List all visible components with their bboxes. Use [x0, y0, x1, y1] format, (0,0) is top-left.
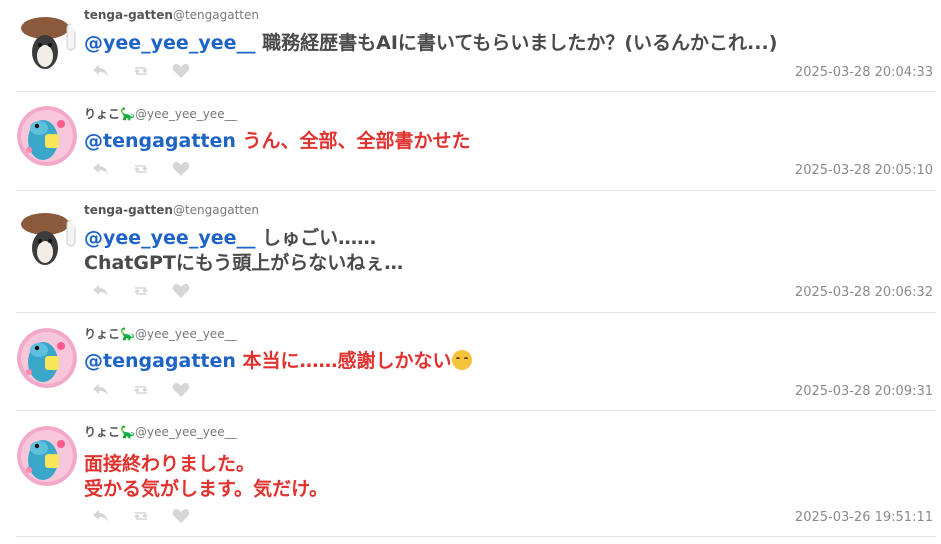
reply-icon[interactable]: [92, 283, 112, 299]
like-icon[interactable]: [172, 161, 192, 177]
post-text: しゅごい……: [262, 227, 377, 249]
post-body: @tengagatten 本当に……感謝しかない: [84, 349, 472, 374]
post-feed: tenga-gatten@tengagatten @yee_yee_yee__ …: [0, 0, 941, 544]
repost-icon[interactable]: [132, 63, 152, 79]
post-text: 職務経歴書もAIに書いてもらいましたか？(いるんかこれ...): [262, 32, 778, 54]
divider: [16, 190, 936, 191]
post: りょこ🦕@yee_yee_yee__ 面接終わりました。 受かる気がします。気だ…: [0, 416, 941, 536]
divider: [16, 536, 936, 537]
post-text: 面接終わりました。: [84, 453, 256, 475]
like-icon[interactable]: [172, 63, 192, 79]
author-handle[interactable]: @tengagatten: [173, 8, 259, 22]
smiling-face-with-tear-icon: [451, 350, 472, 370]
reply-icon[interactable]: [92, 161, 112, 177]
author-name[interactable]: tenga-gatten: [84, 203, 173, 217]
post-text: 本当に……感謝しかない: [242, 350, 452, 372]
author-name[interactable]: tenga-gatten: [84, 8, 173, 22]
mention-link[interactable]: @yee_yee_yee__: [84, 32, 255, 54]
author-handle[interactable]: @tengagatten: [173, 203, 259, 217]
post-body: 面接終わりました。 受かる気がします。気だけ。: [84, 452, 328, 502]
mention-link[interactable]: @yee_yee_yee__: [84, 227, 255, 249]
repost-icon[interactable]: [132, 161, 152, 177]
timestamp[interactable]: 2025-03-26 19:51:11: [795, 510, 933, 525]
reply-icon[interactable]: [92, 508, 112, 524]
author-handle[interactable]: @yee_yee_yee__: [135, 107, 237, 121]
sauropod-icon: 🦕: [120, 107, 135, 121]
sauropod-icon: 🦕: [120, 327, 135, 341]
like-icon[interactable]: [172, 283, 192, 299]
author-name[interactable]: りょこ: [84, 327, 120, 341]
post-header: tenga-gatten@tengagatten: [84, 8, 259, 22]
avatar[interactable]: [17, 106, 77, 166]
like-icon[interactable]: [172, 508, 192, 524]
avatar[interactable]: [17, 208, 77, 268]
repost-icon[interactable]: [132, 283, 152, 299]
post-header: りょこ🦕@yee_yee_yee__: [84, 423, 237, 440]
post-text: うん、全部、全部書かせた: [242, 130, 471, 152]
repost-icon[interactable]: [132, 382, 152, 398]
repost-icon[interactable]: [132, 508, 152, 524]
post-actions: [92, 161, 192, 177]
avatar[interactable]: [17, 12, 77, 72]
post-header: tenga-gatten@tengagatten: [84, 203, 259, 217]
post-text: 受かる気がします。気だけ。: [84, 478, 329, 500]
author-name[interactable]: りょこ: [84, 107, 120, 121]
author-handle[interactable]: @yee_yee_yee__: [135, 425, 237, 439]
reply-icon[interactable]: [92, 382, 112, 398]
post-header: りょこ🦕@yee_yee_yee__: [84, 325, 237, 342]
avatar[interactable]: [17, 426, 77, 486]
avatar[interactable]: [17, 328, 77, 388]
like-icon[interactable]: [172, 382, 192, 398]
mention-link[interactable]: @tengagatten: [84, 130, 236, 152]
post: tenga-gatten@tengagatten @yee_yee_yee__ …: [0, 0, 941, 90]
author-name[interactable]: りょこ: [84, 425, 120, 439]
post: tenga-gatten@tengagatten @yee_yee_yee__ …: [0, 196, 941, 311]
post-text: ChatGPTにもう頭上がらないねぇ…: [84, 252, 404, 274]
post: りょこ🦕@yee_yee_yee__ @tengagatten うん、全部、全部…: [0, 98, 941, 188]
post-body: @yee_yee_yee__ しゅごい…… ChatGPTにもう頭上がらないねぇ…: [84, 226, 403, 276]
sauropod-icon: 🦕: [120, 425, 135, 439]
post-actions: [92, 508, 192, 524]
author-handle[interactable]: @yee_yee_yee__: [135, 327, 237, 341]
post-actions: [92, 283, 192, 299]
reply-icon[interactable]: [92, 63, 112, 79]
divider: [16, 91, 936, 92]
timestamp[interactable]: 2025-03-28 20:06:32: [795, 285, 933, 300]
timestamp[interactable]: 2025-03-28 20:05:10: [795, 163, 933, 178]
divider: [16, 410, 936, 411]
post-header: りょこ🦕@yee_yee_yee__: [84, 105, 237, 122]
divider: [16, 312, 936, 313]
mention-link[interactable]: @tengagatten: [84, 350, 236, 372]
post-body: @tengagatten うん、全部、全部書かせた: [84, 129, 471, 154]
post: りょこ🦕@yee_yee_yee__ @tengagatten 本当に……感謝し…: [0, 318, 941, 408]
timestamp[interactable]: 2025-03-28 20:04:33: [795, 65, 933, 80]
post-actions: [92, 63, 192, 79]
post-actions: [92, 382, 192, 398]
post-body: @yee_yee_yee__ 職務経歴書もAIに書いてもらいましたか？(いるんか…: [84, 31, 777, 56]
timestamp[interactable]: 2025-03-28 20:09:31: [795, 384, 933, 399]
